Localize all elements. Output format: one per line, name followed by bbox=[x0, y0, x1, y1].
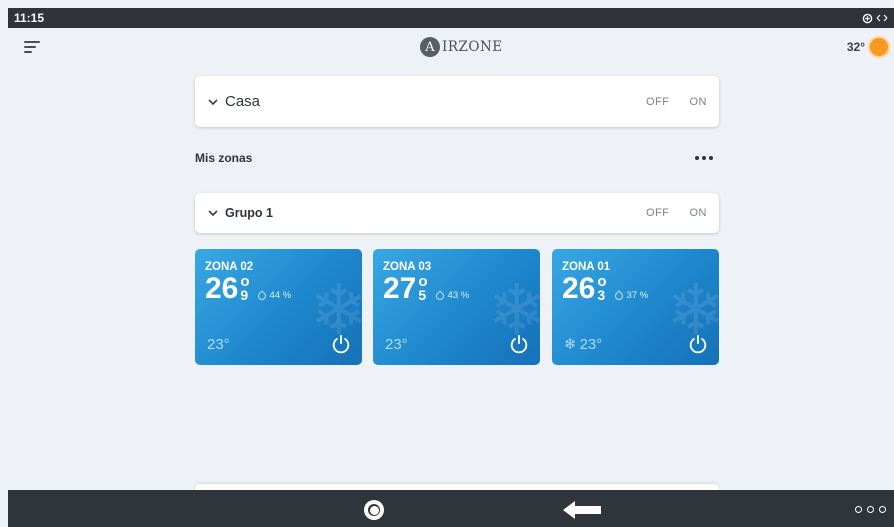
logo-letter: A bbox=[420, 37, 440, 57]
drop-icon bbox=[433, 289, 446, 302]
grupo-off-button[interactable]: OFF bbox=[646, 207, 670, 219]
casa-off-button[interactable]: OFF bbox=[646, 96, 670, 108]
casa-panel[interactable]: Casa OFF ON bbox=[195, 76, 719, 127]
navigation-bar bbox=[8, 490, 894, 527]
power-icon[interactable] bbox=[508, 333, 530, 355]
zone-setpoint[interactable]: 23° bbox=[207, 336, 230, 353]
recents-icon[interactable] bbox=[855, 506, 886, 513]
zone-card[interactable]: ❄ ZONA 02 26 o9 44 % 23° bbox=[195, 249, 362, 365]
drop-icon bbox=[255, 289, 268, 302]
zone-temperature: 26 o9 44 % bbox=[205, 272, 292, 305]
zone-humidity: 43 % bbox=[433, 289, 469, 302]
zone-setpoint[interactable]: 23° bbox=[385, 336, 408, 353]
weather-widget[interactable]: 32° bbox=[847, 38, 888, 56]
sun-icon bbox=[870, 38, 888, 56]
status-bar: 11:15 bbox=[8, 8, 894, 28]
weather-temp: 32° bbox=[846, 40, 865, 54]
casa-title: Casa bbox=[225, 93, 261, 110]
chevron-down-icon[interactable] bbox=[207, 209, 219, 217]
airzone-logo: A IRZONE bbox=[420, 36, 503, 58]
zone-card[interactable]: ❄ ZONA 03 27 o5 43 % 23° bbox=[373, 249, 540, 365]
home-button-icon[interactable] bbox=[364, 500, 384, 520]
logo-text: IRZONE bbox=[442, 39, 503, 55]
more-options-icon[interactable] bbox=[695, 156, 713, 160]
grupo-on-button[interactable]: ON bbox=[690, 207, 708, 219]
zone-humidity: 37 % bbox=[612, 289, 648, 302]
zone-card[interactable]: ❄ ZONA 01 26 o3 37 % ❄ 23° bbox=[552, 249, 719, 365]
zone-humidity: 44 % bbox=[255, 289, 291, 302]
zone-setpoint[interactable]: ❄ 23° bbox=[564, 335, 602, 354]
snowflake-mode-icon: ❄ bbox=[564, 336, 577, 353]
power-icon[interactable] bbox=[687, 333, 709, 355]
status-time: 11:15 bbox=[14, 11, 45, 25]
section-title: Mis zonas bbox=[195, 151, 253, 165]
sync-arrows-icon bbox=[876, 14, 888, 22]
data-saver-icon bbox=[862, 13, 873, 23]
drop-icon bbox=[612, 289, 625, 302]
back-arrow-icon[interactable] bbox=[563, 501, 601, 519]
zone-temperature: 27 o5 43 % bbox=[383, 272, 470, 305]
grupo-title: Grupo 1 bbox=[225, 206, 273, 220]
status-icons bbox=[862, 13, 888, 24]
zones-section-header: Mis zonas bbox=[195, 151, 719, 165]
zone-temperature: 26 o3 37 % bbox=[562, 272, 649, 305]
menu-icon[interactable] bbox=[24, 40, 40, 54]
grupo-panel[interactable]: Grupo 1 OFF ON bbox=[195, 193, 719, 233]
chevron-down-icon[interactable] bbox=[207, 98, 219, 106]
power-icon[interactable] bbox=[330, 333, 352, 355]
casa-on-button[interactable]: ON bbox=[690, 96, 708, 108]
